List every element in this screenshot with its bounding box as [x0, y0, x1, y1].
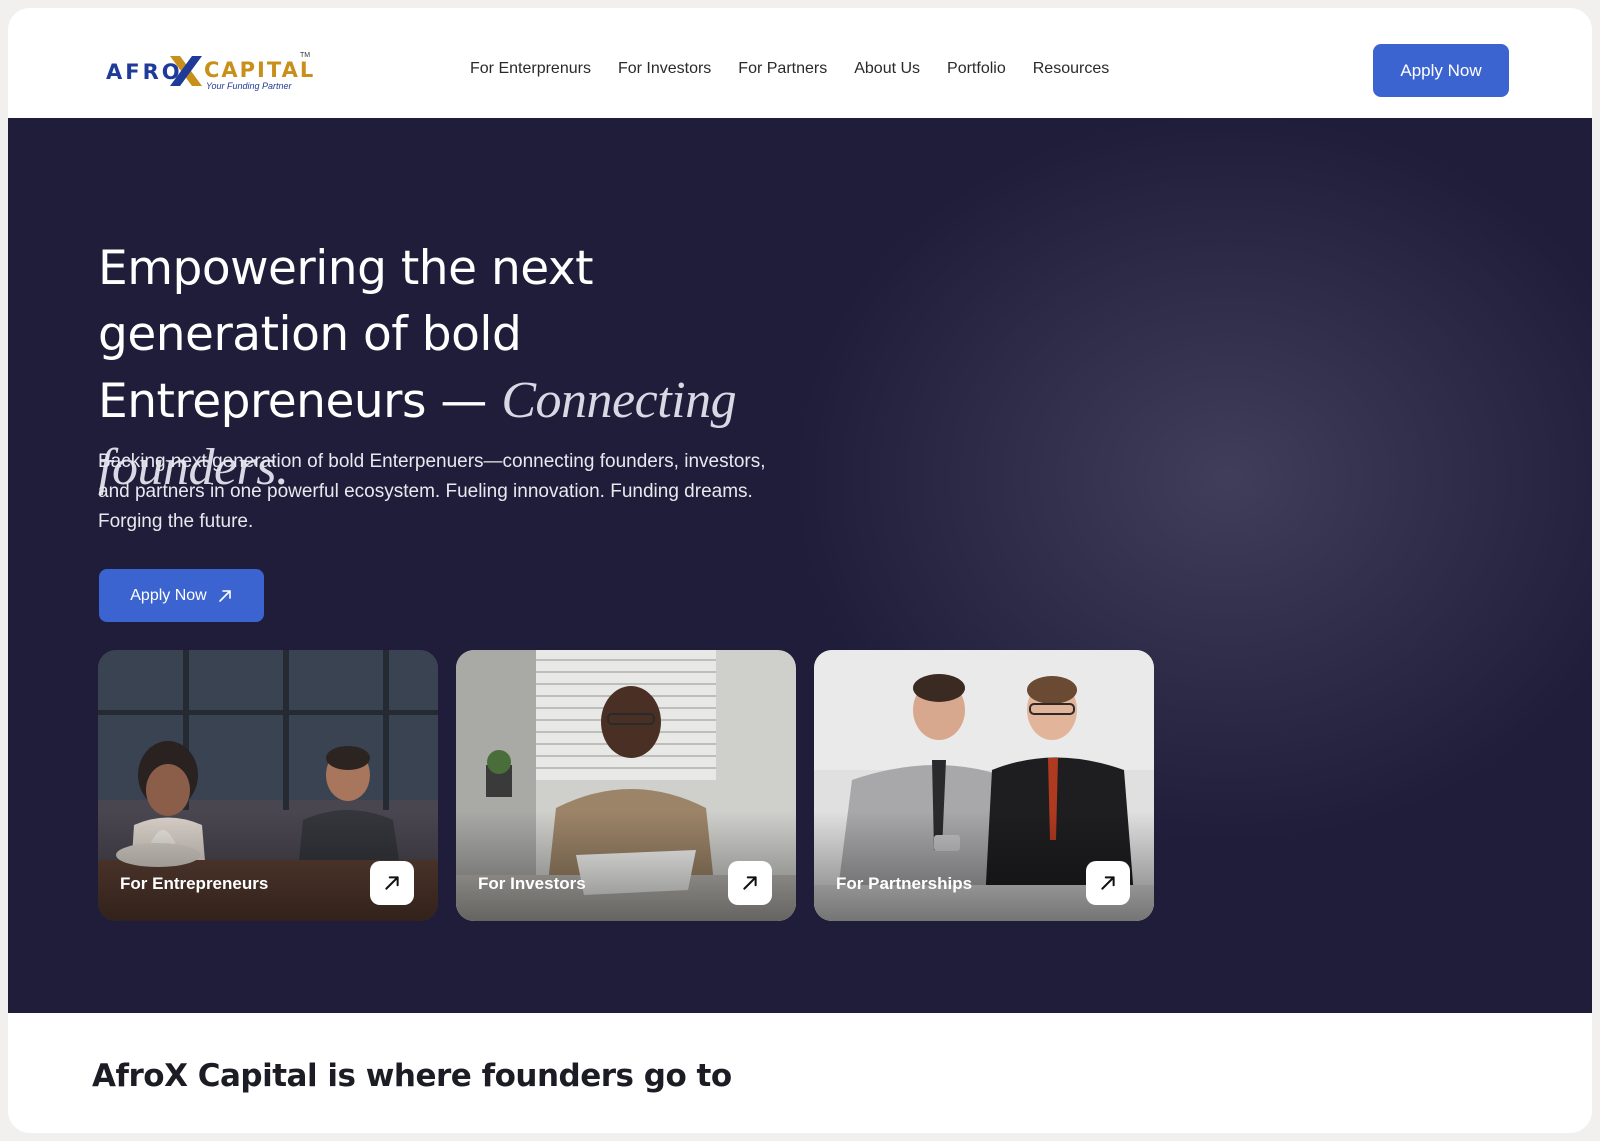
card-investors[interactable]: For Investors: [456, 650, 796, 921]
nav-item-about-us[interactable]: About Us: [854, 60, 920, 78]
card-entrepreneurs[interactable]: For Entrepreneurs: [98, 650, 438, 921]
browser-frame: AFRO CAPITAL TM Your Funding Partner For…: [0, 0, 1600, 1141]
hero-apply-now-button[interactable]: Apply Now: [99, 569, 264, 622]
nav-item-entrepreneurs[interactable]: For Enterprenurs: [470, 60, 591, 78]
arrow-up-right-icon: [218, 589, 231, 602]
arrow-up-right-icon: [1101, 876, 1115, 890]
card-investors-label: For Investors: [478, 874, 586, 893]
audience-cards: For Entrepreneurs For Investors For Part…: [98, 650, 1154, 921]
hero-section: Empowering the next generation of bold E…: [8, 118, 1592, 1013]
nav-item-investors[interactable]: For Investors: [618, 60, 711, 78]
logo-capital-text: CAPITAL: [204, 58, 316, 82]
logo-trademark: TM: [300, 52, 311, 59]
page-window: AFRO CAPITAL TM Your Funding Partner For…: [8, 8, 1592, 1133]
card-partnerships-label: For Partnerships: [836, 874, 973, 893]
card-partnerships-arrow[interactable]: [1086, 861, 1130, 905]
card-entrepreneurs-arrow[interactable]: [370, 861, 414, 905]
section-title-where-founders-go: AfroX Capital is where founders go to: [92, 1058, 732, 1094]
nav-item-resources[interactable]: Resources: [1033, 60, 1109, 78]
arrow-up-right-icon: [385, 876, 399, 890]
main-nav: For Enterprenurs For Investors For Partn…: [470, 60, 1136, 78]
nav-item-portfolio[interactable]: Portfolio: [947, 60, 1006, 78]
card-partnerships[interactable]: For Partnerships: [814, 650, 1154, 921]
logo-x-mark-icon: [170, 56, 202, 86]
afrox-logo[interactable]: AFRO CAPITAL TM Your Funding Partner: [106, 52, 316, 98]
logo-tagline: Your Funding Partner: [206, 81, 292, 91]
nav-item-partners[interactable]: For Partners: [738, 60, 827, 78]
hero-subtitle: Backing next generation of bold Enterpen…: [98, 451, 766, 532]
card-entrepreneurs-label: For Entrepreneurs: [120, 874, 269, 893]
arrow-up-right-icon: [743, 876, 757, 890]
site-header: AFRO CAPITAL TM Your Funding Partner For…: [8, 8, 1592, 118]
card-investors-arrow[interactable]: [728, 861, 772, 905]
hero-apply-now-label: Apply Now: [130, 586, 207, 604]
header-apply-now-button[interactable]: Apply Now: [1373, 44, 1509, 97]
